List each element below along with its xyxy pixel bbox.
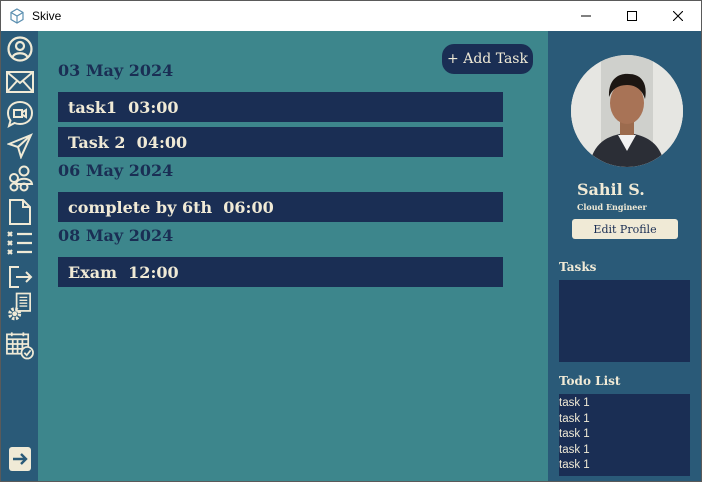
mail-icon[interactable]: [5, 68, 34, 96]
app-logo-icon: [9, 8, 25, 24]
send-icon[interactable]: [5, 132, 34, 160]
window-title: Skive: [32, 9, 62, 23]
profile-icon[interactable]: [5, 35, 34, 63]
checklist-icon[interactable]: [5, 229, 34, 257]
date-heading: 03 May 2024: [58, 61, 174, 80]
task-item[interactable]: complete by 6th 06:00: [58, 192, 503, 222]
date-heading: 06 May 2024: [58, 161, 174, 180]
edit-profile-button[interactable]: Edit Profile: [572, 219, 678, 239]
logout-icon[interactable]: [5, 263, 34, 291]
profile-panel: Sahil S. Cloud Engineer Edit Profile Tas…: [548, 31, 701, 481]
close-button[interactable]: [655, 1, 701, 31]
minimize-button[interactable]: [563, 1, 609, 31]
todo-item[interactable]: task 1: [559, 458, 690, 474]
tasks-box[interactable]: [559, 280, 690, 362]
document-icon[interactable]: [5, 198, 34, 226]
add-task-button[interactable]: + Add Task: [442, 44, 533, 74]
video-chat-icon[interactable]: [5, 100, 34, 128]
todo-item[interactable]: task 1: [559, 412, 690, 428]
profile-role: Cloud Engineer: [577, 202, 647, 212]
maximize-button[interactable]: [609, 1, 655, 31]
app-window: Skive + Add Task 03 May 2024 task1 03:00…: [0, 0, 702, 482]
title-bar[interactable]: Skive: [1, 1, 701, 31]
task-list-area: + Add Task 03 May 2024 task1 03:00 Task …: [38, 31, 548, 481]
tasks-heading: Tasks: [559, 260, 597, 274]
settings-docs-icon[interactable]: [5, 292, 34, 322]
task-item[interactable]: task1 03:00: [58, 92, 503, 122]
profile-name: Sahil S.: [577, 180, 645, 199]
todo-list[interactable]: task 1 task 1 task 1 task 1 task 1: [559, 394, 690, 476]
task-item[interactable]: Exam 12:00: [58, 257, 503, 287]
date-heading: 08 May 2024: [58, 226, 174, 245]
group-icon[interactable]: [5, 164, 34, 192]
left-nav: [1, 31, 38, 481]
todo-heading: Todo List: [559, 374, 621, 388]
todo-item[interactable]: task 1: [559, 427, 690, 443]
todo-item[interactable]: task 1: [559, 443, 690, 459]
calendar-check-icon[interactable]: [5, 331, 34, 360]
todo-item[interactable]: task 1: [559, 396, 690, 412]
avatar: [571, 55, 683, 167]
expand-arrow-icon[interactable]: [5, 445, 34, 473]
task-item[interactable]: Task 2 04:00: [58, 127, 503, 157]
